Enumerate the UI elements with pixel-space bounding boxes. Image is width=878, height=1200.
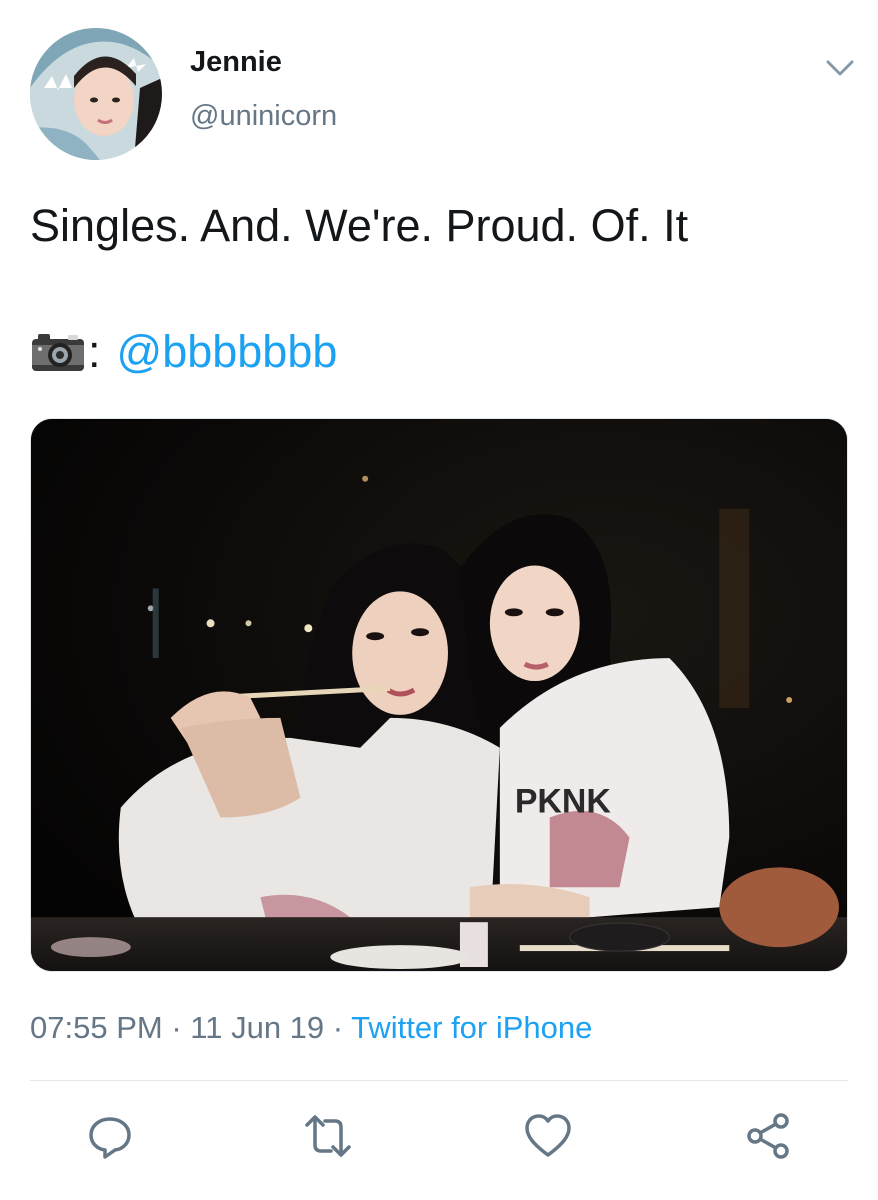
tweet-date: 11 Jun 19: [190, 1010, 325, 1045]
camera-icon: [30, 331, 86, 373]
share-icon: [747, 1113, 789, 1159]
tweet-meta: 07:55 PM · 11 Jun 19 · Twitter for iPhon…: [30, 1010, 592, 1046]
tweet-source-link[interactable]: Twitter for iPhone: [351, 1010, 592, 1045]
chevron-down-icon[interactable]: [820, 50, 860, 86]
heart-icon: [525, 1114, 571, 1157]
tweet-text: Singles. And. We're. Proud. Of. It: [30, 200, 689, 251]
svg-text:PKNK: PKNK: [515, 783, 612, 821]
tweet-time: 07:55 PM: [30, 1010, 163, 1045]
reply-button[interactable]: [82, 1108, 138, 1164]
mention-link[interactable]: @bbbbbbb: [117, 326, 338, 378]
retweet-button[interactable]: [300, 1108, 356, 1164]
author-handle[interactable]: @uninicorn: [190, 100, 337, 133]
tweet-photo[interactable]: PKNK: [30, 418, 848, 972]
reply-icon: [89, 1117, 131, 1159]
author-display-name[interactable]: Jennie: [190, 46, 282, 79]
avatar[interactable]: [30, 28, 162, 160]
retweet-icon: [305, 1115, 351, 1157]
share-button[interactable]: [740, 1108, 796, 1164]
tweet-card: Jennie @uninicorn Singles. And. We're. P…: [0, 0, 878, 1200]
meta-separator: ·: [332, 1010, 344, 1045]
photo-credit-line: : @bbbbbbb: [30, 322, 337, 382]
like-button[interactable]: [520, 1108, 576, 1164]
meta-separator: ·: [171, 1010, 182, 1045]
divider: [30, 1080, 848, 1081]
credit-separator: :: [88, 326, 101, 377]
